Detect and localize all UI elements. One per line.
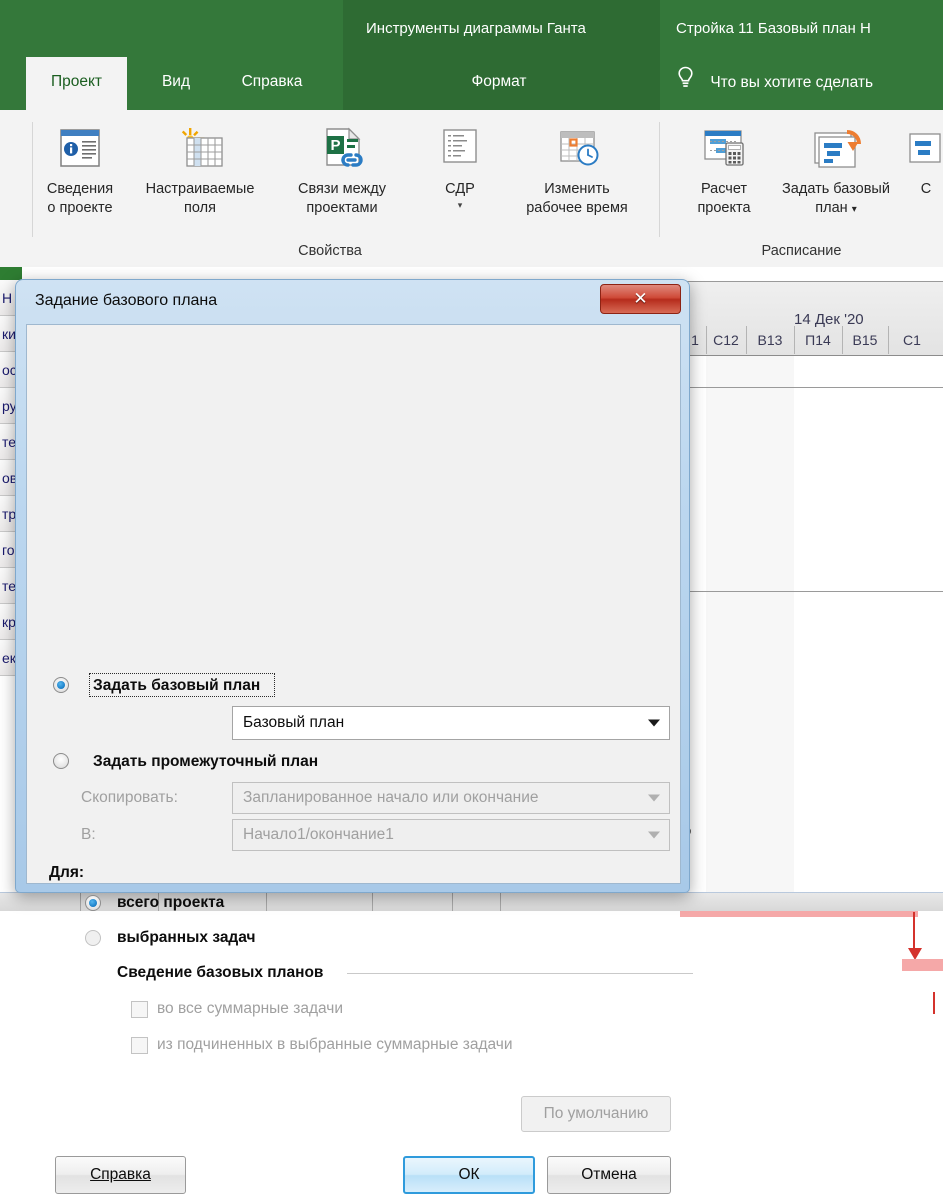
radio-entire-project-label[interactable]: всего проекта — [117, 894, 224, 912]
window-file-title: Стройка 11 Базовый план Н — [676, 20, 871, 37]
ribbon-group-properties: Сведения о проекте Настраиваемые поля P … — [0, 110, 660, 267]
button-set-baseline[interactable]: Задать базовый план ▾ — [772, 118, 900, 219]
move-project-icon — [904, 118, 943, 180]
button-move-project[interactable]: С — [904, 118, 943, 199]
baseline-select[interactable]: Базовый план — [232, 706, 670, 740]
custom-fields-icon — [136, 118, 264, 180]
button-label-line1: Связи между — [298, 181, 386, 197]
group-separator-line — [347, 973, 693, 974]
cancel-button[interactable]: Отмена — [547, 1156, 671, 1194]
tell-me-box[interactable]: Что вы хотите сделать — [676, 57, 873, 110]
gantt-nonworking-shade — [706, 356, 794, 911]
timescale-major-label: 14 Дек '20 — [794, 311, 864, 328]
dialog-title-bar[interactable]: Задание базового плана ✕ — [16, 280, 689, 324]
into-field-label: В: — [81, 826, 96, 843]
context-tab-gantt-tools: Инструменты диаграммы Ганта — [366, 20, 586, 37]
radio-selected-tasks-label[interactable]: выбранных задач — [117, 929, 256, 947]
button-links-between-projects[interactable]: P Связи между проектами — [288, 118, 396, 218]
copy-field-label: Скопировать: — [81, 789, 178, 806]
tell-me-label: Что вы хотите сделать — [710, 74, 874, 91]
copy-from-select[interactable]: Запланированное начало или окончание — [232, 782, 670, 814]
copy-from-select-value: Запланированное начало или окончание — [243, 789, 539, 806]
wbs-icon — [420, 118, 500, 180]
timescale-minor-5: С1 — [903, 332, 921, 348]
radio-set-baseline[interactable] — [53, 677, 69, 693]
ribbon-content: Сведения о проекте Настраиваемые поля P … — [0, 110, 943, 268]
gantt-row-divider — [680, 387, 943, 388]
button-label-line2: проектами — [306, 200, 378, 216]
set-baseline-icon — [772, 118, 900, 180]
gantt-row-divider — [680, 591, 943, 592]
svg-text:P: P — [330, 137, 340, 154]
chevron-down-icon[interactable] — [648, 794, 660, 802]
change-working-time-icon — [497, 118, 657, 180]
button-label-line1: Сведения — [46, 181, 114, 197]
dialog-title: Задание базового плана — [35, 292, 218, 309]
radio-selected-tasks[interactable] — [85, 930, 101, 946]
button-label-line2: план ▾ — [772, 199, 900, 219]
button-change-working-time[interactable]: Изменить рабочее время — [497, 118, 657, 218]
lightbulb-icon — [676, 60, 695, 111]
links-between-projects-icon: P — [288, 118, 396, 180]
button-label-line2-text: план — [815, 200, 848, 216]
button-custom-fields[interactable]: Настраиваемые поля — [136, 118, 264, 218]
copy-into-select-value: Начало1/окончание1 — [243, 826, 394, 843]
button-label-line1: Изменить — [544, 181, 610, 197]
chevron-down-icon[interactable]: ▾ — [420, 199, 500, 211]
chevron-down-icon[interactable] — [648, 831, 660, 839]
checkbox-rollup-from-subtasks[interactable] — [131, 1037, 148, 1054]
gantt-link-line — [933, 992, 935, 1014]
radio-entire-project[interactable] — [85, 895, 101, 911]
timescale-minor-1: С12 — [713, 332, 739, 348]
copy-into-select[interactable]: Начало1/окончание1 — [232, 819, 670, 851]
ok-button[interactable]: ОК — [403, 1156, 535, 1194]
radio-set-baseline-label[interactable]: Задать базовый план — [93, 677, 260, 695]
tab-project[interactable]: Проект — [26, 57, 127, 110]
calculate-project-icon — [680, 118, 768, 180]
button-label-line1: Задать базовый — [782, 181, 890, 197]
timescale-minor-2: В13 — [757, 332, 783, 348]
radio-set-interim-plan-label[interactable]: Задать промежуточный план — [93, 753, 318, 771]
ribbon-group-schedule: Расчет проекта Задать базовый план ▾ С Р… — [660, 110, 943, 267]
button-label-line1: Настраиваемые — [145, 181, 255, 197]
help-button[interactable]: Справка — [55, 1156, 186, 1194]
radio-set-interim-plan[interactable] — [53, 753, 69, 769]
checkbox-rollup-from-subtasks-label[interactable]: из подчиненных в выбранные суммарные зад… — [157, 1036, 513, 1054]
dialog-body: Задать базовый план Базовый план Задать … — [26, 324, 693, 1194]
checkbox-rollup-to-all-summary-label[interactable]: во все суммарные задачи — [157, 1000, 343, 1018]
chevron-down-icon[interactable]: ▾ — [852, 204, 857, 215]
tab-view[interactable]: Вид — [145, 57, 207, 110]
button-label-line2: проекта — [697, 200, 751, 216]
button-label-line1: СДР — [445, 181, 475, 197]
button-project-information[interactable]: Сведения о проекте — [30, 118, 130, 218]
group-title-properties: Свойства — [298, 243, 362, 259]
project-information-icon — [30, 118, 130, 180]
set-as-default-button[interactable]: По умолчанию — [521, 1096, 671, 1132]
task-sheet-header — [0, 267, 22, 280]
checkbox-rollup-to-all-summary[interactable] — [131, 1001, 148, 1018]
group-title-schedule: Расписание — [761, 243, 842, 259]
button-wbs[interactable]: СДР ▾ — [420, 118, 500, 211]
rollup-group-title: Сведение базовых планов — [117, 964, 324, 981]
tab-format[interactable]: Формат — [434, 57, 564, 110]
set-baseline-dialog: Задание базового плана ✕ Задать базовый … — [15, 279, 693, 1194]
help-button-label: Справка — [90, 1166, 151, 1183]
button-label-line2: о проекте — [47, 200, 113, 216]
scope-section-label: Для: — [49, 864, 85, 881]
timescale-minor-3: П14 — [805, 332, 831, 348]
chevron-down-icon[interactable] — [648, 719, 660, 727]
button-calculate-project[interactable]: Расчет проекта — [680, 118, 768, 218]
timescale-minor-4: В15 — [852, 332, 878, 348]
close-icon[interactable]: ✕ — [600, 284, 681, 314]
button-label-line2: рабочее время — [526, 200, 628, 216]
baseline-select-value: Базовый план — [243, 714, 345, 731]
button-label-line2: поля — [184, 200, 216, 216]
tab-help[interactable]: Справка — [222, 57, 322, 110]
ribbon: Инструменты диаграммы Ганта Стройка 11 Б… — [0, 0, 943, 110]
button-label-line1: С — [920, 181, 932, 197]
gantt-task-bar[interactable] — [902, 959, 943, 971]
button-label-line1: Расчет — [700, 181, 748, 197]
